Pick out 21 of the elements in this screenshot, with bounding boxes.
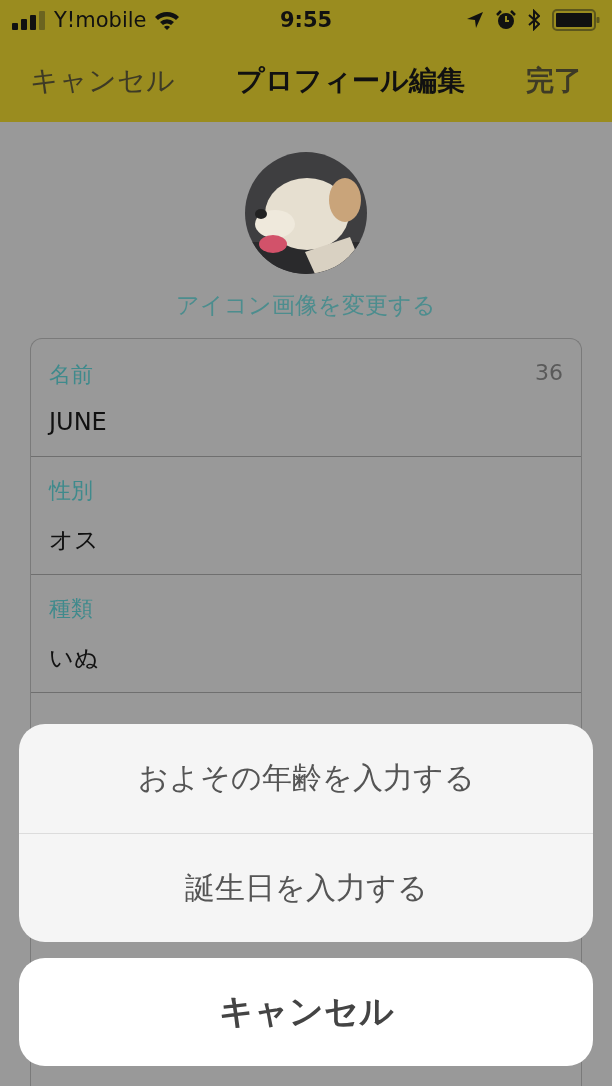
field-value[interactable]: いぬ (49, 641, 563, 674)
sheet-option[interactable]: およその年齢を入力する (19, 724, 593, 833)
cancel-button[interactable]: キャンセル (30, 62, 175, 100)
sheet-cancel-button[interactable]: キャンセル (19, 958, 593, 1066)
bluetooth-icon (528, 9, 540, 31)
location-arrow-icon (466, 11, 484, 29)
carrier-name: Y!mobile (54, 8, 147, 32)
screen-title: プロフィール編集 (235, 63, 466, 99)
done-button[interactable]: 完了 (526, 62, 582, 100)
signal-icon (12, 10, 46, 30)
field-value[interactable]: JUNE (49, 407, 563, 436)
battery-icon (552, 9, 600, 31)
character-count: 36 (535, 359, 563, 387)
field-value[interactable]: オス (49, 523, 563, 556)
clock-time: 9:55 (279, 8, 333, 32)
field-label: 名前 (49, 360, 93, 389)
alarm-icon (496, 10, 516, 30)
sheet-option[interactable]: 誕生日を入力する (19, 833, 593, 942)
wifi-icon (154, 10, 181, 30)
field-label: 種類 (49, 594, 93, 623)
field-label: 性別 (49, 476, 93, 505)
